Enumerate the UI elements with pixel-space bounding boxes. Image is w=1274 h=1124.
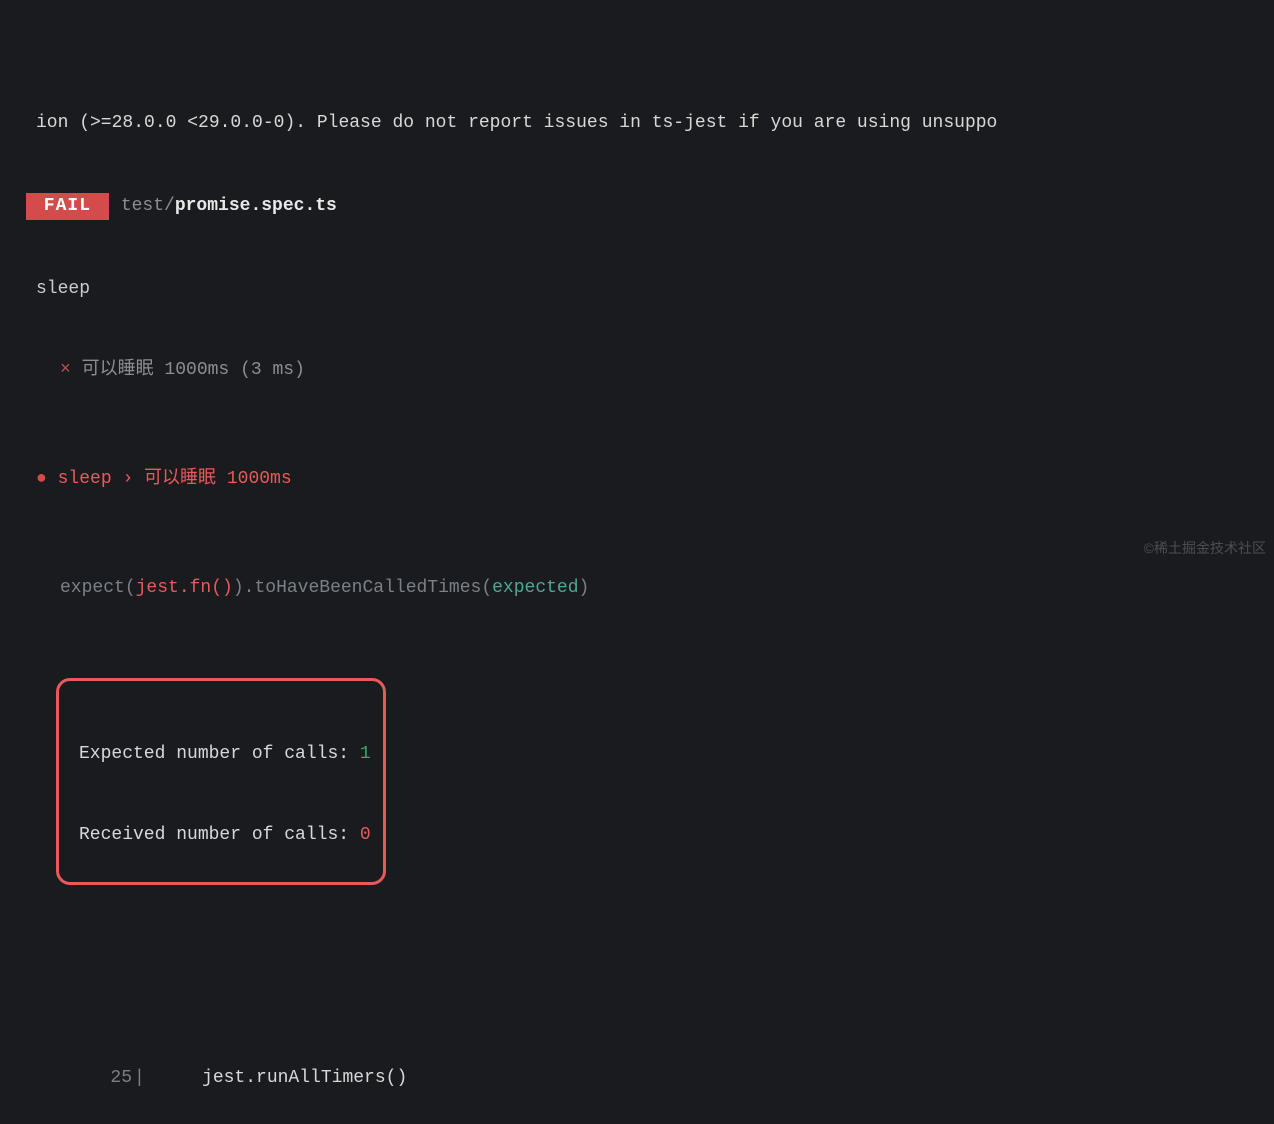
fail-badge: FAIL (26, 193, 109, 220)
paren-close-2: ) (579, 578, 590, 598)
expect-signature: expect(jest.fn()).toHaveBeenCalledTimes(… (0, 575, 1274, 602)
expected-label: Expected number of calls: (79, 744, 360, 764)
fail-separator: › (112, 469, 144, 489)
code-frame: 25 | jest.runAllTimers() 26 | >27 | expe… (0, 957, 1274, 1124)
dot: . (244, 578, 255, 598)
received-calls-line: Received number of calls: 0 (79, 822, 371, 849)
version-warning: ion (>=28.0.0 <29.0.0-0). Please do not … (0, 110, 1274, 137)
highlight-box: Expected number of calls: 1 Received num… (56, 678, 386, 885)
received-label: Received number of calls: (79, 825, 360, 845)
expected-arg: expected (492, 578, 578, 598)
paren-close: ) (233, 578, 244, 598)
failure-header: ● sleep › 可以睡眠 1000ms (0, 466, 1274, 493)
received-value: 0 (360, 825, 371, 845)
test-path-dir: test/ (121, 193, 175, 220)
code-content: jest.runAllTimers() (147, 1065, 407, 1092)
suite-name: sleep (0, 276, 1274, 303)
fail-test: 可以睡眠 1000ms (144, 469, 292, 489)
expected-value: 1 (360, 744, 371, 764)
watermark: ©稀土掘金技术社区 (1144, 538, 1266, 559)
paren-open-2: ( (481, 578, 492, 598)
jest-fn: jest.fn() (136, 578, 233, 598)
cross-icon: × (60, 360, 71, 380)
test-title: 可以睡眠 1000ms (82, 360, 230, 380)
expect-keyword: expect (60, 578, 125, 598)
fail-suite: sleep (58, 469, 112, 489)
bullet-icon: ● (36, 469, 47, 489)
expected-calls-line: Expected number of calls: 1 (79, 741, 371, 768)
fail-status-row: FAIL test/promise.spec.ts (0, 193, 1274, 220)
line-separator: | (132, 1065, 147, 1092)
matcher-name: toHaveBeenCalledTimes (254, 578, 481, 598)
test-result-line: × 可以睡眠 1000ms (3 ms) (0, 357, 1274, 384)
paren-open: ( (125, 578, 136, 598)
line-num: 25 (60, 1065, 132, 1092)
test-duration: (3 ms) (240, 360, 305, 380)
test-path-file: promise.spec.ts (175, 193, 337, 220)
